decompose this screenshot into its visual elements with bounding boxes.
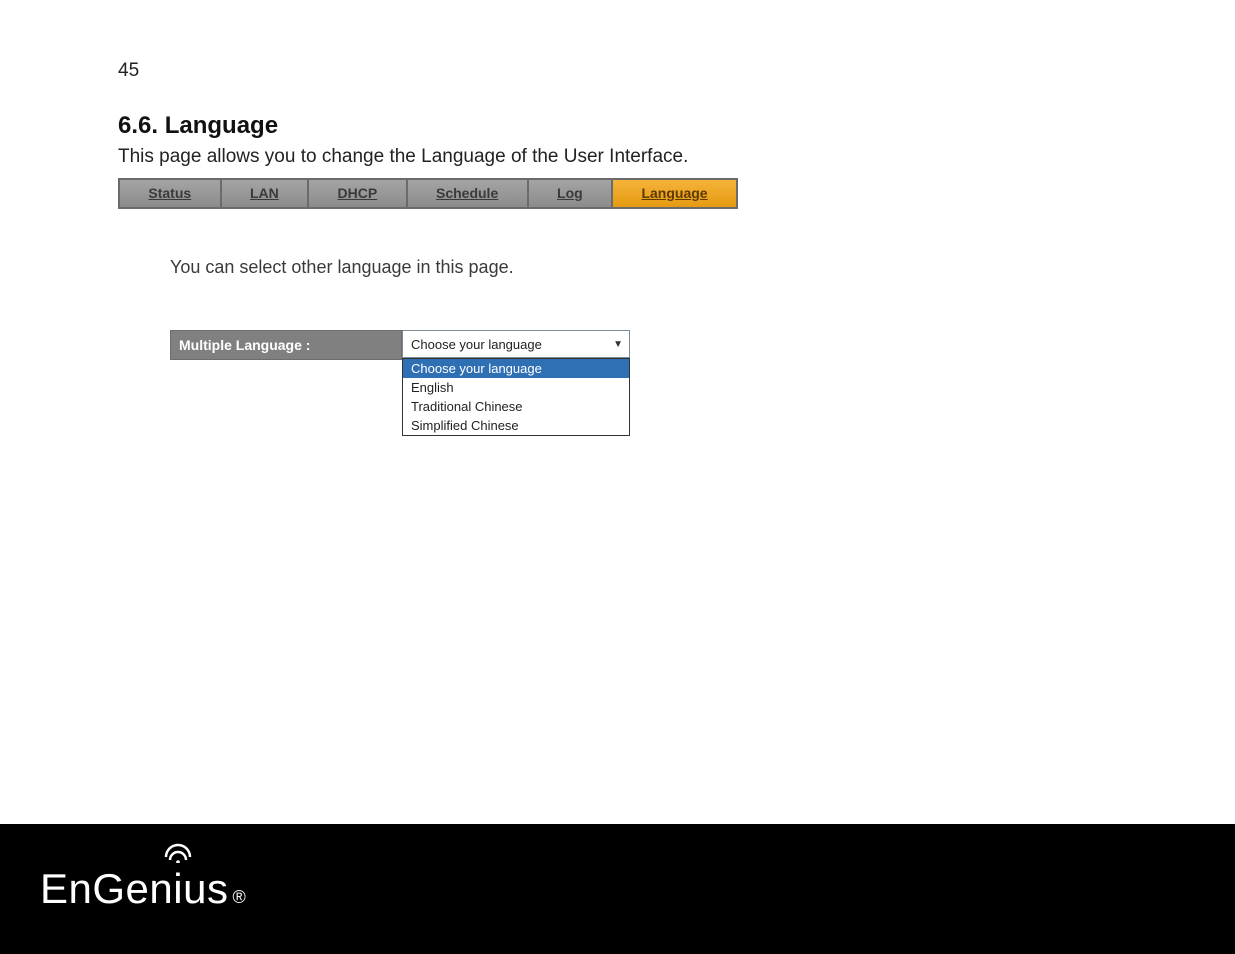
language-dropdown: Choose your language English Traditional… — [402, 358, 630, 436]
language-option-placeholder[interactable]: Choose your language — [403, 359, 629, 378]
tab-dhcp[interactable]: DHCP — [309, 180, 407, 207]
logo-text-gen: Gen — [92, 865, 173, 913]
wifi-icon — [164, 843, 192, 868]
language-select[interactable]: Choose your language ▼ — [402, 330, 630, 358]
engenius-logo: EnGenius® — [40, 865, 246, 913]
tab-status[interactable]: Status — [118, 180, 222, 207]
chevron-down-icon: ▼ — [613, 339, 623, 350]
logo-text-i: i — [173, 865, 183, 912]
tab-log[interactable]: Log — [529, 180, 613, 207]
section-intro: This page allows you to change the Langu… — [118, 146, 1018, 168]
multiple-language-label: Multiple Language : — [170, 330, 402, 360]
tab-bar: Status LAN DHCP Schedule Log Language — [118, 178, 738, 209]
language-select-wrap: Choose your language ▼ Choose your langu… — [402, 330, 630, 358]
language-option-english[interactable]: English — [403, 378, 629, 397]
language-select-value: Choose your language — [411, 337, 542, 352]
tab-lan[interactable]: LAN — [222, 180, 310, 207]
footer-bar: EnGenius® — [0, 824, 1235, 954]
registered-icon: ® — [232, 887, 245, 908]
language-option-traditional-chinese[interactable]: Traditional Chinese — [403, 397, 629, 416]
page-number: 45 — [118, 60, 1018, 82]
logo-text-en: En — [40, 865, 92, 913]
logo-text-us: us — [183, 865, 228, 913]
language-setting-row: Multiple Language : Choose your language… — [170, 330, 1018, 360]
instruction-text: You can select other language in this pa… — [170, 257, 1018, 278]
section-heading: 6.6. Language — [118, 112, 1018, 140]
language-option-simplified-chinese[interactable]: Simplified Chinese — [403, 416, 629, 435]
tab-language[interactable]: Language — [613, 180, 738, 207]
tab-schedule[interactable]: Schedule — [408, 180, 529, 207]
